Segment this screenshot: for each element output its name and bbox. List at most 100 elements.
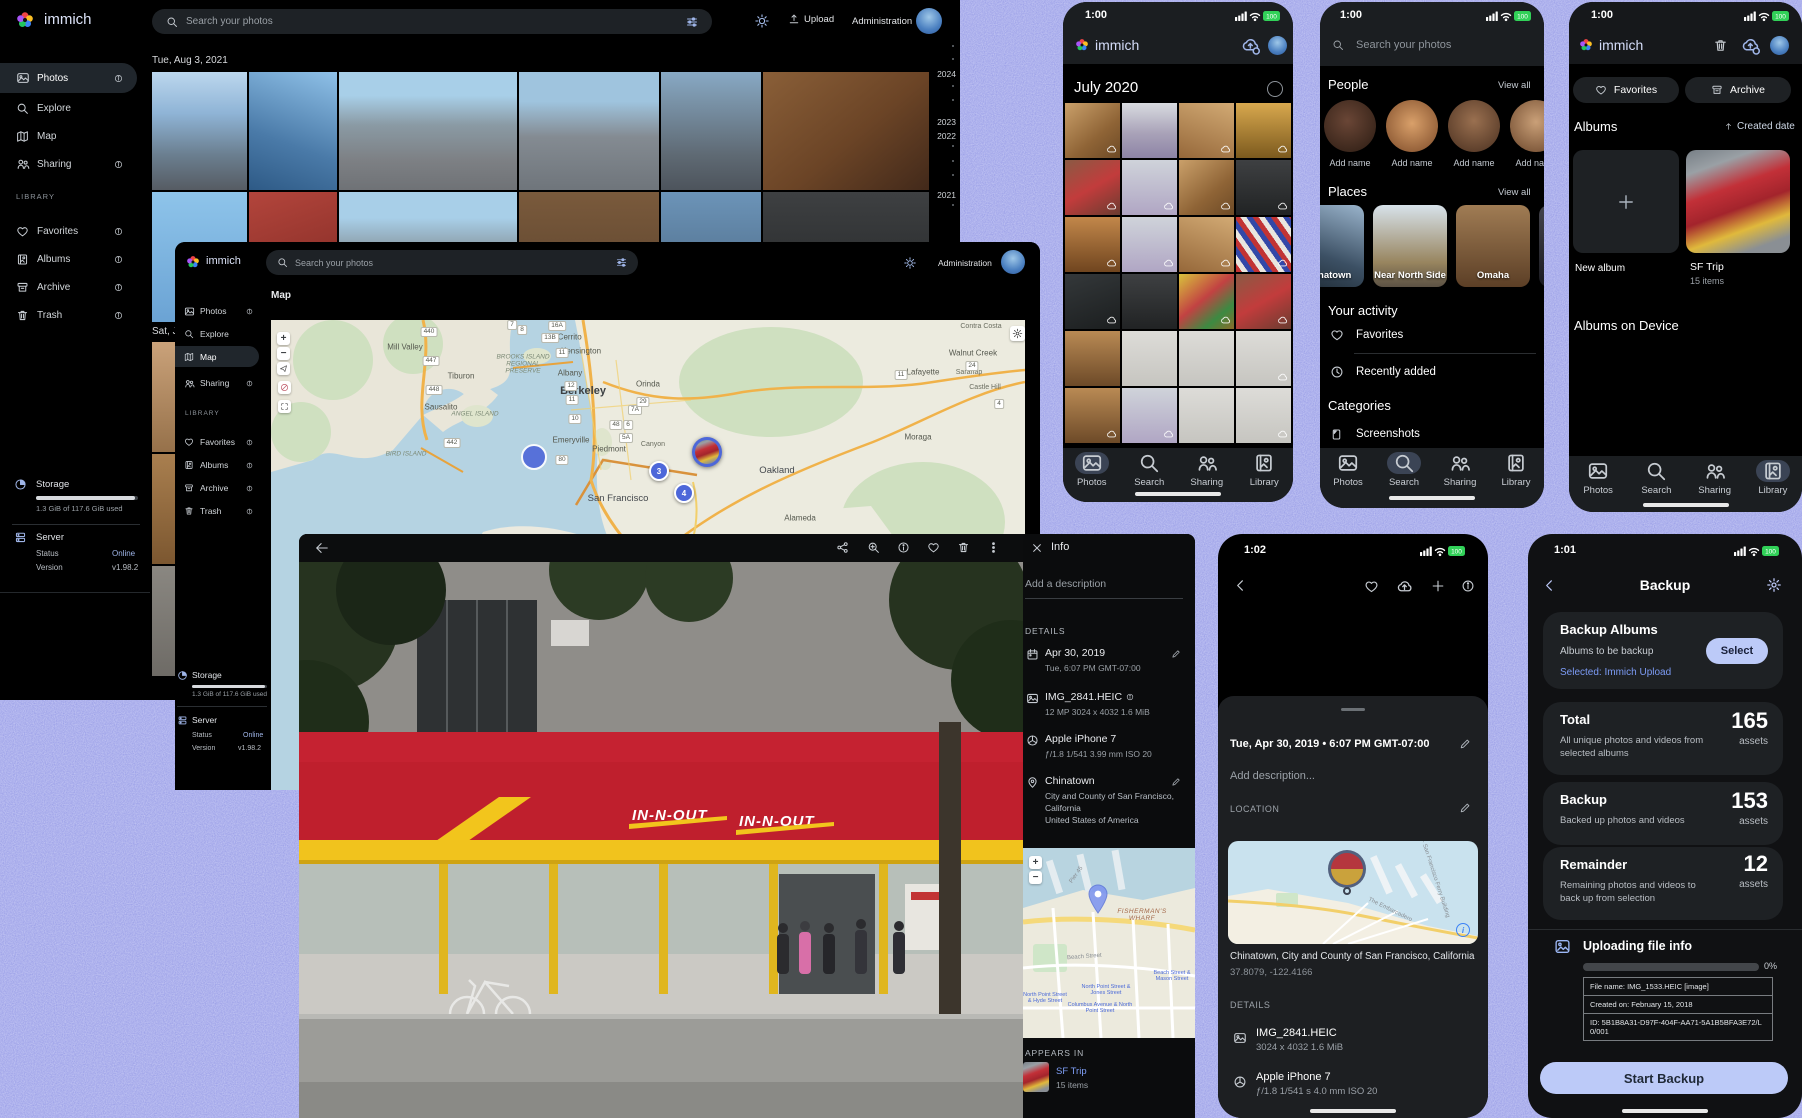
search-input[interactable]: Search your photos [1356, 39, 1451, 51]
gear-icon[interactable] [1766, 577, 1782, 593]
edit-date-pencil-icon[interactable] [1459, 738, 1471, 750]
person-face[interactable] [1510, 100, 1544, 152]
sidebar-item-photos[interactable]: Photos [175, 301, 261, 321]
zoom-in-icon[interactable] [867, 541, 880, 554]
locate-button[interactable] [277, 362, 290, 375]
favorites-row[interactable]: Favorites [1320, 323, 1544, 347]
attribution-info-icon[interactable]: i [1456, 923, 1470, 937]
theme-toggle-sun-icon[interactable] [904, 257, 916, 269]
place-tile[interactable]: Chinatown [1320, 205, 1364, 287]
scrubber-year-label[interactable]: 2022 [937, 131, 956, 141]
sidebar-item-albums[interactable]: Albums [0, 246, 137, 272]
back-arrow-icon[interactable] [315, 541, 329, 555]
start-backup-button[interactable]: Start Backup [1540, 1062, 1788, 1094]
sidebar-item-archive[interactable]: Archive [0, 274, 137, 300]
photo-tile[interactable] [1065, 331, 1120, 386]
map-photo-marker[interactable] [692, 437, 722, 467]
info-icon[interactable] [114, 74, 123, 83]
avatar[interactable] [1001, 250, 1025, 274]
tab-library[interactable]: Library [1236, 452, 1294, 502]
tab-photos[interactable]: Photos [1320, 452, 1376, 508]
info-icon[interactable] [1126, 693, 1134, 701]
recently-added-row[interactable]: Recently added [1320, 360, 1544, 384]
info-icon[interactable] [114, 311, 123, 320]
more-options-icon[interactable] [987, 541, 1000, 554]
add-to-album-icon[interactable] [1431, 579, 1445, 593]
sidebar-item-albums[interactable]: Albums [175, 455, 261, 475]
people-view-all[interactable]: View all [1498, 80, 1531, 91]
photo-thumbnail[interactable] [661, 72, 761, 190]
clear-filter-button[interactable] [278, 381, 291, 394]
person-face[interactable] [1324, 100, 1376, 152]
map-cluster-marker[interactable]: 3 [649, 461, 669, 481]
photo-tile[interactable] [1065, 274, 1120, 329]
cloud-sync-icon[interactable] [1241, 36, 1261, 56]
drag-handle[interactable] [1341, 708, 1365, 711]
info-icon[interactable] [246, 462, 253, 469]
place-tile[interactable]: Near North Side [1373, 205, 1447, 287]
archive-button[interactable]: Archive [1685, 77, 1791, 103]
sidebar-item-sharing[interactable]: Sharing [0, 151, 137, 177]
photo-tile[interactable] [1065, 160, 1120, 215]
scrubber-year-label[interactable]: 2024 [937, 69, 956, 79]
photo-tile[interactable] [1236, 331, 1291, 386]
favorite-heart-icon[interactable] [1364, 579, 1379, 594]
photo-tile[interactable] [1236, 217, 1291, 272]
tab-library[interactable]: Library [1744, 460, 1802, 512]
person-face[interactable] [1448, 100, 1500, 152]
year-scrubber[interactable]: 2024202320222021 [924, 38, 958, 238]
photo-tile[interactable] [1236, 160, 1291, 215]
description-input[interactable]: Add a description [1025, 578, 1106, 590]
photo-thumbnail[interactable] [519, 72, 659, 190]
add-name-label[interactable]: Add name [1324, 158, 1376, 168]
photo-tile[interactable] [1122, 103, 1177, 158]
avatar[interactable] [1268, 36, 1287, 55]
photo-canvas[interactable]: IN-N-OUT IN-N-OUT [299, 562, 1023, 1118]
new-album-tile[interactable] [1573, 150, 1679, 253]
sidebar-item-trash[interactable]: Trash [0, 302, 137, 328]
share-icon[interactable] [836, 541, 849, 554]
photo-tile[interactable] [1179, 388, 1234, 443]
photo-tile[interactable] [1179, 274, 1234, 329]
photo-tile[interactable] [1179, 331, 1234, 386]
photo-tile[interactable] [1122, 160, 1177, 215]
sort-button[interactable]: Created date [1724, 121, 1795, 132]
trash-icon[interactable] [1713, 38, 1728, 53]
zoom-out-button[interactable]: − [1029, 871, 1042, 884]
info-icon[interactable] [114, 283, 123, 292]
edit-date-pencil-icon[interactable] [1171, 649, 1181, 659]
tab-photos[interactable]: Photos [1063, 452, 1121, 502]
fullscreen-button[interactable] [278, 400, 291, 413]
photo-tile[interactable] [1122, 388, 1177, 443]
favorites-button[interactable]: Favorites [1573, 77, 1679, 103]
info-icon[interactable] [246, 508, 253, 515]
info-icon[interactable] [1461, 579, 1475, 593]
map-cluster-marker[interactable] [521, 444, 547, 470]
search-input[interactable]: Search your photos [152, 9, 712, 34]
avatar[interactable] [1770, 36, 1789, 55]
description-input[interactable]: Add description... [1230, 770, 1315, 782]
select-button[interactable]: Select [1706, 638, 1768, 664]
location-map-card[interactable]: d - San Francisco Ferry Building The Emb… [1228, 841, 1478, 944]
tab-photos[interactable]: Photos [1569, 460, 1627, 512]
map-cluster-marker[interactable]: 4 [674, 483, 694, 503]
scrubber-year-label[interactable]: 2021 [937, 190, 956, 200]
photo-tile[interactable] [1179, 103, 1234, 158]
place-tile[interactable]: Omaha [1456, 205, 1530, 287]
screenshots-row[interactable]: Screenshots [1320, 422, 1544, 446]
home-indicator[interactable] [1310, 1109, 1396, 1113]
tab-library[interactable]: Library [1488, 452, 1544, 508]
sidebar-item-explore[interactable]: Explore [175, 324, 261, 344]
close-icon[interactable] [1031, 542, 1043, 554]
photo-tile[interactable] [1179, 217, 1234, 272]
places-view-all[interactable]: View all [1498, 187, 1531, 198]
info-icon[interactable] [114, 227, 123, 236]
location-map[interactable]: + − FISHERMAN'S WHARF Pier 45 Beach Stre… [1023, 848, 1195, 1038]
filter-sliders-icon[interactable] [616, 257, 627, 268]
photo-thumbnail[interactable] [339, 72, 517, 190]
administration-link[interactable]: Administration [938, 258, 992, 268]
add-name-label[interactable]: Add name [1448, 158, 1500, 168]
sidebar-item-trash[interactable]: Trash [175, 501, 261, 521]
avatar[interactable] [916, 8, 942, 34]
album-name[interactable]: SF Trip [1690, 261, 1724, 273]
